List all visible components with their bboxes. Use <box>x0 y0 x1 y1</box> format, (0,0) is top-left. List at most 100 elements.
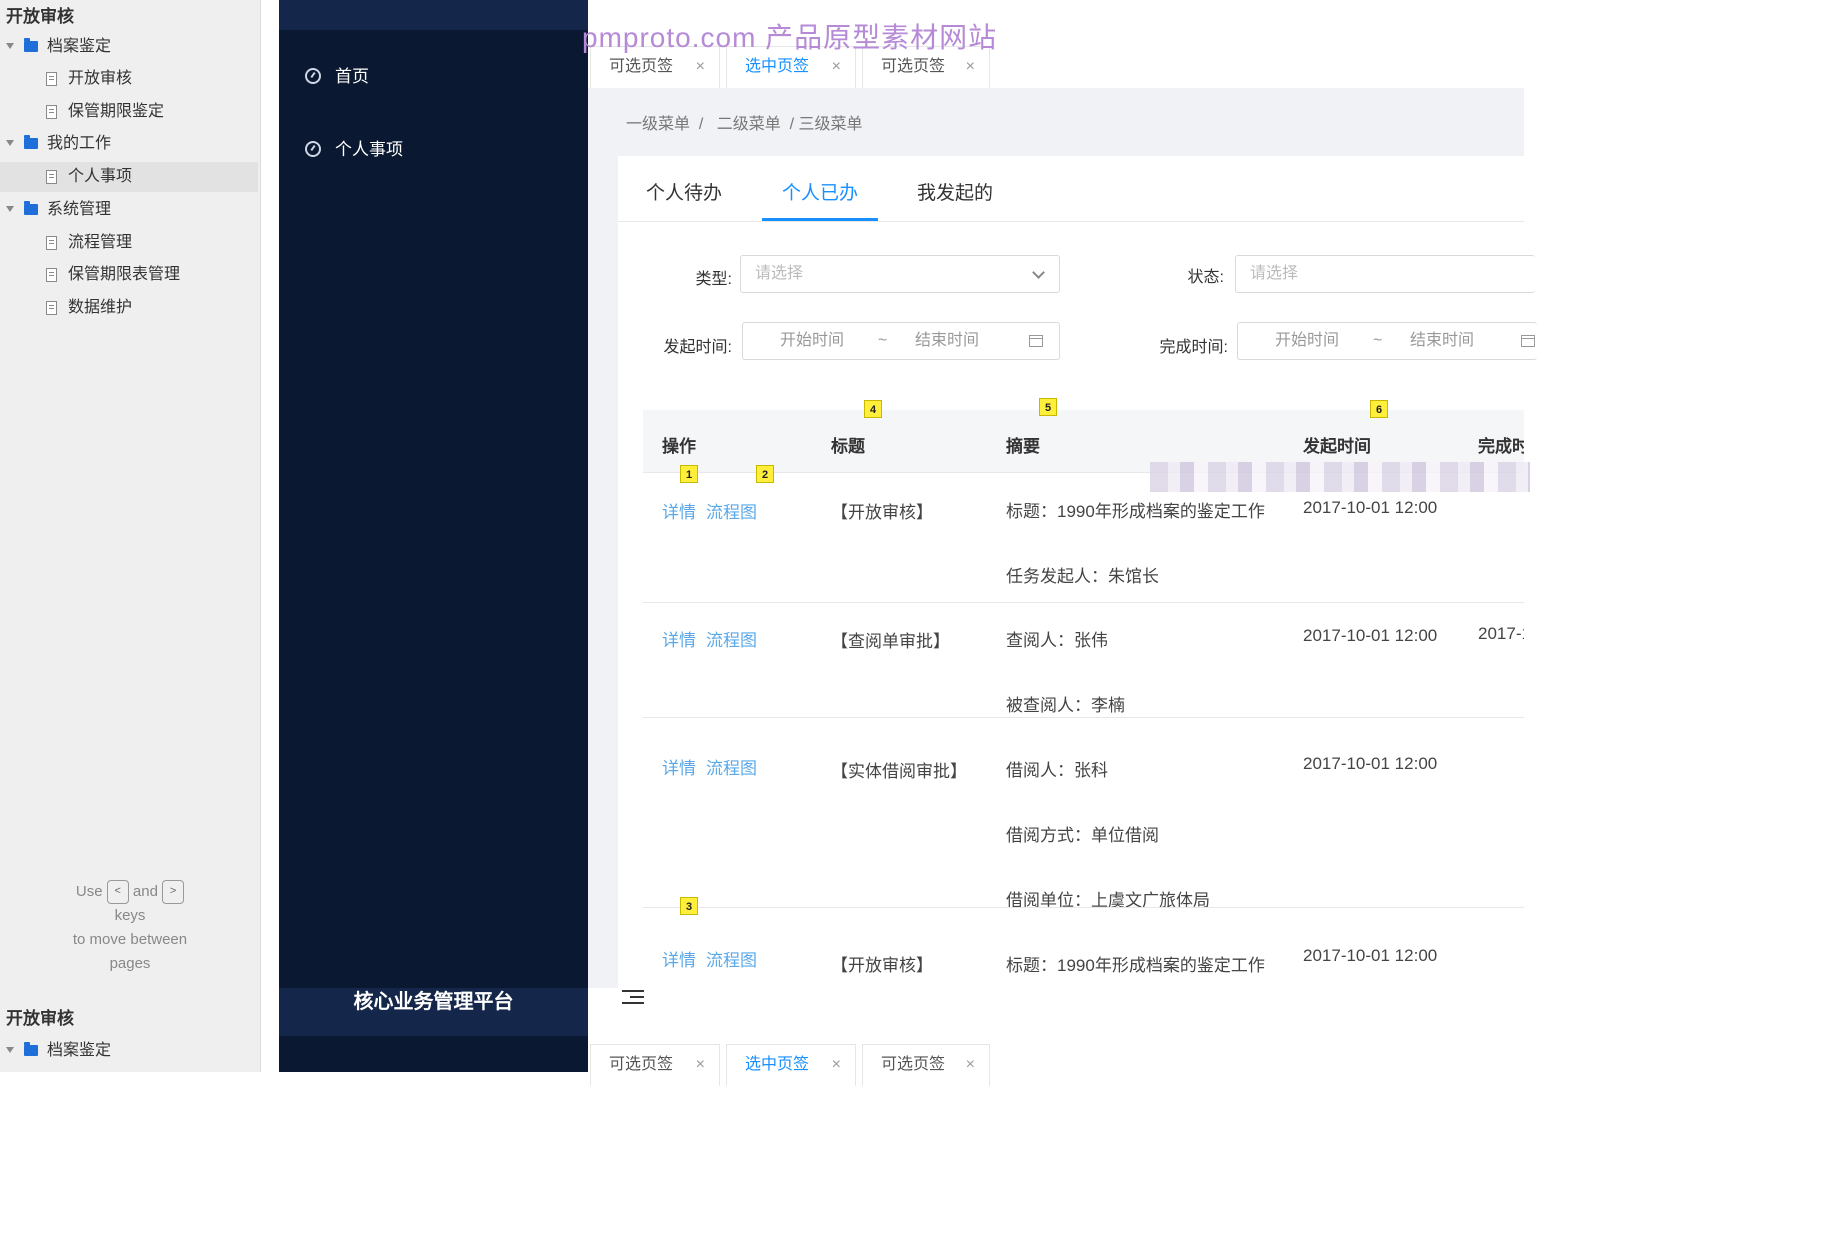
chevron-down-icon <box>1032 266 1045 279</box>
annotation-badge: 4 <box>864 400 882 418</box>
nav-item-personal[interactable]: 个人事项 <box>305 135 403 160</box>
folder-icon <box>24 201 38 215</box>
nav-header-bar <box>279 0 588 30</box>
flowchart-link[interactable]: 流程图 <box>706 626 757 651</box>
tree-section-title: 开放审核 <box>6 7 74 26</box>
tab-personal-done[interactable]: 个人已办 <box>782 178 858 205</box>
row-summary: 被查阅人：李楠 <box>1006 696 1125 715</box>
tree-node-folder[interactable]: 档案鉴定 <box>0 1036 258 1066</box>
row-start-time: 2017-10-01 12:00 <box>1303 754 1438 773</box>
type-label: 类型: <box>695 271 732 288</box>
type-select[interactable]: 请选择 <box>740 255 1060 293</box>
tree-node-page[interactable]: 数据维护 <box>0 293 258 323</box>
platform-title: 核心业务管理平台 <box>353 991 514 1013</box>
page-tab[interactable]: 可选页签 × <box>862 1044 990 1086</box>
detail-link[interactable]: 详情 <box>662 946 696 971</box>
annotation-badge: 2 <box>756 465 774 483</box>
expand-arrow-icon[interactable] <box>6 43 14 49</box>
row-summary: 标题：1990年形成档案的鉴定工作 <box>1006 502 1265 521</box>
expand-arrow-icon[interactable] <box>6 140 14 146</box>
folder-icon <box>24 1042 38 1056</box>
right-key-icon: > <box>162 880 185 905</box>
column-header-actions: 操作 <box>662 437 696 456</box>
status-select[interactable]: 请选择 <box>1235 255 1535 293</box>
column-header-title: 标题 <box>831 437 865 456</box>
tab-personal-todo[interactable]: 个人待办 <box>646 178 722 205</box>
row-title: 【开放审核】 <box>831 956 933 975</box>
row-title: 【开放审核】 <box>831 503 933 522</box>
tab-divider <box>618 221 1524 222</box>
tree-node-page[interactable]: 保管期限鉴定 <box>0 97 258 127</box>
tree-node-folder[interactable]: 档案鉴定 <box>0 32 258 62</box>
flowchart-link[interactable]: 流程图 <box>706 498 757 523</box>
finish-time-range[interactable]: 开始时间 ~ 结束时间 <box>1237 322 1537 360</box>
collapse-menu-icon[interactable] <box>622 990 646 1006</box>
column-header-finish-time: 完成时 <box>1478 437 1524 456</box>
flowchart-link[interactable]: 流程图 <box>706 946 757 971</box>
redacted-region <box>1150 462 1530 492</box>
tree-node-page[interactable]: 流程管理 <box>0 228 258 258</box>
column-header-summary: 摘要 <box>1006 437 1040 456</box>
row-summary: 标题：1990年形成档案的鉴定工作 <box>1006 956 1265 975</box>
row-finish-time: 2017-1 <box>1478 624 1524 643</box>
folder-icon <box>24 135 38 149</box>
tree-node-folder[interactable]: 系统管理 <box>0 195 258 225</box>
expand-arrow-icon[interactable] <box>6 206 14 212</box>
left-key-icon: < <box>106 880 129 905</box>
status-label: 状态: <box>1187 269 1224 286</box>
annotation-badge: 3 <box>680 897 698 915</box>
side-nav: 首页 个人事项 <box>279 0 588 1072</box>
page-tab-active[interactable]: 选中页签 × <box>726 1044 856 1086</box>
start-time-range[interactable]: 开始时间 ~ 结束时间 <box>742 322 1060 360</box>
annotation-badge: 6 <box>1370 400 1388 418</box>
folder-icon <box>24 38 38 52</box>
tree-section-title: 开放审核 <box>6 1009 74 1028</box>
row-divider <box>643 717 1524 718</box>
row-start-time: 2017-10-01 12:00 <box>1303 946 1438 965</box>
tree-node-page[interactable]: 开放审核 <box>0 64 258 94</box>
detail-link[interactable]: 详情 <box>662 498 696 523</box>
detail-link[interactable]: 详情 <box>662 754 696 779</box>
finish-time-label: 完成时间: <box>1159 339 1228 356</box>
close-icon[interactable]: × <box>696 1045 705 1085</box>
keyboard-hint: Use < and > keys to move between pages <box>40 880 220 976</box>
dashboard-icon <box>305 141 321 157</box>
row-summary: 借阅人：张科 <box>1006 761 1108 780</box>
page-icon <box>46 301 57 315</box>
page-icon <box>46 268 57 282</box>
close-icon[interactable]: × <box>966 1045 975 1085</box>
row-summary: 借阅方式：单位借阅 <box>1006 826 1159 845</box>
flowchart-link[interactable]: 流程图 <box>706 754 757 779</box>
calendar-icon <box>1521 335 1535 347</box>
row-divider <box>643 602 1524 603</box>
expand-arrow-icon[interactable] <box>6 1047 14 1053</box>
row-summary: 任务发起人：朱馆长 <box>1006 567 1159 586</box>
tree-node-folder[interactable]: 我的工作 <box>0 129 258 159</box>
page-icon <box>46 72 57 86</box>
row-divider <box>643 907 1524 908</box>
page-tab[interactable]: 可选页签 × <box>590 1044 720 1086</box>
annotation-badge: 5 <box>1039 398 1057 416</box>
row-start-time: 2017-10-01 12:00 <box>1303 498 1438 517</box>
page-icon <box>46 236 57 250</box>
tree-node-page[interactable]: 保管期限表管理 <box>0 260 258 290</box>
watermark: pmproto.com 产品原型素材网站 <box>582 22 998 53</box>
row-title: 【实体借阅审批】 <box>831 762 967 781</box>
annotation-badge: 1 <box>680 465 698 483</box>
page-icon <box>46 170 57 184</box>
dashboard-icon <box>305 68 321 84</box>
row-summary: 查阅人：张伟 <box>1006 631 1108 650</box>
breadcrumb: 一级菜单 / 二级菜单 / 三级菜单 <box>626 116 863 133</box>
detail-link[interactable]: 详情 <box>662 626 696 651</box>
row-start-time: 2017-10-01 12:00 <box>1303 626 1438 645</box>
sitemap-tree-panel: 开放审核 档案鉴定 开放审核 保管期限鉴定 我的工作 个人事项 系统管理 流程管… <box>0 0 261 1072</box>
start-time-label: 发起时间: <box>663 339 732 356</box>
calendar-icon <box>1029 335 1043 347</box>
column-header-start-time: 发起时间 <box>1303 437 1371 456</box>
tree-node-page-selected[interactable]: 个人事项 <box>0 162 258 192</box>
close-icon[interactable]: × <box>832 1045 841 1085</box>
row-title: 【查阅单审批】 <box>831 632 950 651</box>
tab-initiated[interactable]: 我发起的 <box>917 178 993 205</box>
page-icon <box>46 105 57 119</box>
nav-item-home[interactable]: 首页 <box>305 62 369 87</box>
